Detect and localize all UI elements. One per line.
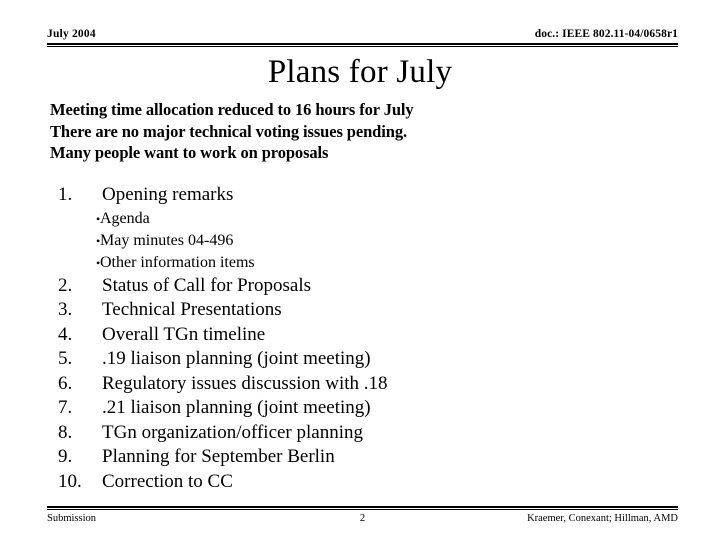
sub-list-item-label: Agenda <box>100 209 150 227</box>
list-item-label: Regulatory issues discussion with .18 <box>102 372 388 394</box>
list-item-number: 1. <box>58 184 73 205</box>
list-item-number: 3. <box>58 299 73 320</box>
header-row: July 2004 doc.: IEEE 802.11-04/0658r1 <box>47 28 678 41</box>
list-item: 10. Correction to CC <box>50 470 690 495</box>
sub-list-item: • Agenda <box>50 208 690 230</box>
list-item-number: 4. <box>58 323 73 345</box>
header-divider <box>47 43 678 47</box>
list-item: 7. .21 liaison planning (joint meeting) <box>50 396 690 421</box>
list-item-number: 9. <box>58 446 73 467</box>
sub-list-item-label: Other information items <box>100 253 255 271</box>
outline-list: 1. Opening remarks • Agenda • May minute… <box>50 183 690 494</box>
list-item-label: Overall TGn timeline <box>102 323 266 345</box>
list-item: 8. TGn organization/officer planning <box>50 421 690 446</box>
bullet-icon: • <box>96 233 101 248</box>
list-item-label: Technical Presentations <box>102 299 282 320</box>
slide-page: July 2004 doc.: IEEE 802.11-04/0658r1 Pl… <box>0 0 720 540</box>
list-item-number: 2. <box>58 274 73 296</box>
intro-paragraph: Meeting time allocation reduced to 16 ho… <box>50 99 670 164</box>
list-item-number: 10. <box>58 470 82 492</box>
list-item-label: .19 liaison planning (joint meeting) <box>102 348 371 369</box>
header-date: July 2004 <box>47 28 96 40</box>
sub-list: • Agenda • May minutes 04-496 • Other in… <box>50 208 690 274</box>
intro-line-3: Many people want to work on proposals <box>50 143 329 162</box>
list-item: 1. Opening remarks <box>50 183 690 208</box>
sub-list-item: • May minutes 04-496 <box>50 230 690 252</box>
list-item-label: Correction to CC <box>102 470 233 492</box>
list-item-label: Opening remarks <box>102 184 234 205</box>
list-item: 6. Regulatory issues discussion with .18 <box>50 372 690 397</box>
list-item-label: TGn organization/officer planning <box>102 421 363 443</box>
list-item: 4. Overall TGn timeline <box>50 323 690 348</box>
intro-line-1: Meeting time allocation reduced to 16 ho… <box>50 100 414 119</box>
footer-row: Submission 2 Kraemer, Conexant; Hillman,… <box>47 512 678 526</box>
intro-line-2: There are no major technical voting issu… <box>50 121 407 141</box>
footer-divider <box>47 506 678 510</box>
list-item: 2. Status of Call for Proposals <box>50 274 690 299</box>
slide-header: July 2004 doc.: IEEE 802.11-04/0658r1 <box>47 28 678 50</box>
list-item-number: 5. <box>58 348 73 369</box>
list-item-label: Status of Call for Proposals <box>102 274 311 296</box>
sub-list-item-label: May minutes 04-496 <box>100 231 234 249</box>
list-item: 5. .19 liaison planning (joint meeting) <box>50 347 690 372</box>
list-item-label: .21 liaison planning (joint meeting) <box>102 397 371 418</box>
slide-footer: Submission 2 Kraemer, Conexant; Hillman,… <box>47 506 678 526</box>
list-item-number: 8. <box>58 421 73 443</box>
list-item-label: Planning for September Berlin <box>102 446 335 467</box>
list-item: 9. Planning for September Berlin <box>50 445 690 470</box>
bullet-icon: • <box>96 255 101 270</box>
list-item-number: 7. <box>58 397 73 418</box>
page-title: Plans for July <box>267 54 453 90</box>
sub-list-item: • Other information items <box>50 252 690 274</box>
header-document-number: doc.: IEEE 802.11-04/0658r1 <box>534 28 678 40</box>
bullet-icon: • <box>96 211 101 226</box>
footer-authors: Kraemer, Conexant; Hillman, AMD <box>527 513 678 524</box>
list-item: 3. Technical Presentations <box>50 298 690 323</box>
list-item-number: 6. <box>58 372 73 394</box>
